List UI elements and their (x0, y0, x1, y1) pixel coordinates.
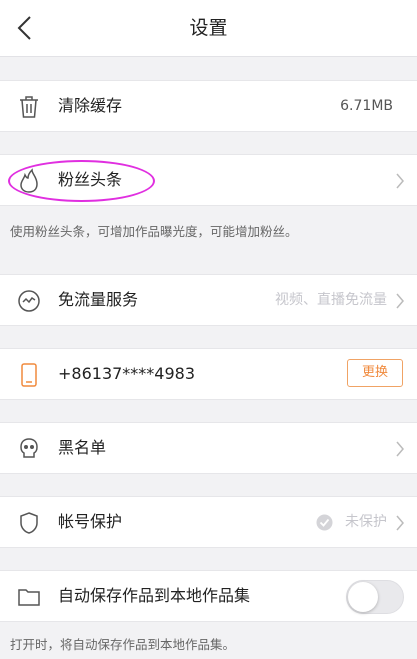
phone-icon (21, 363, 37, 387)
trash-icon (20, 96, 38, 118)
change-phone-button[interactable]: 更换 (347, 359, 403, 387)
free-data-value: 视频、直播免流量 (275, 292, 387, 308)
wave-icon (18, 290, 40, 312)
clear-cache-row[interactable]: 清除缓存 6.71MB (0, 80, 417, 132)
folder-icon (18, 589, 40, 606)
chevron-right-icon (396, 441, 404, 457)
account-protect-status: 未保护 (345, 514, 387, 530)
blacklist-row[interactable]: 黑名单 (0, 422, 417, 474)
clear-cache-label: 清除缓存 (58, 96, 123, 115)
chevron-right-icon (396, 173, 404, 189)
account-protect-row[interactable]: 帐号保护 未保护 (0, 496, 417, 548)
phone-row: +86137****4983 更换 (0, 348, 417, 400)
toggle-knob (348, 582, 378, 612)
chevron-right-icon (396, 293, 404, 309)
top-bar: 设置 (0, 0, 417, 57)
highlight-circle-annotation (8, 160, 155, 202)
blacklist-label: 黑名单 (58, 438, 107, 457)
auto-save-note: 打开时，将自动保存作品到本地作品集。 (10, 637, 236, 652)
auto-save-label: 自动保存作品到本地作品集 (58, 586, 251, 605)
chevron-right-icon (396, 515, 404, 531)
free-data-row[interactable]: 免流量服务 视频、直播免流量 (0, 274, 417, 326)
account-protect-label: 帐号保护 (58, 512, 123, 531)
auto-save-toggle[interactable] (346, 580, 404, 614)
check-circle-icon (316, 514, 333, 531)
free-data-label: 免流量服务 (58, 290, 139, 309)
shield-icon (20, 512, 38, 534)
cache-size-value: 6.71MB (340, 98, 393, 114)
skull-icon (20, 438, 38, 458)
phone-number: +86137****4983 (58, 364, 196, 383)
auto-save-row: 自动保存作品到本地作品集 (0, 570, 417, 622)
page-title: 设置 (189, 17, 228, 39)
fans-headline-note: 使用粉丝头条，可增加作品曝光度，可能增加粉丝。 (10, 224, 298, 239)
